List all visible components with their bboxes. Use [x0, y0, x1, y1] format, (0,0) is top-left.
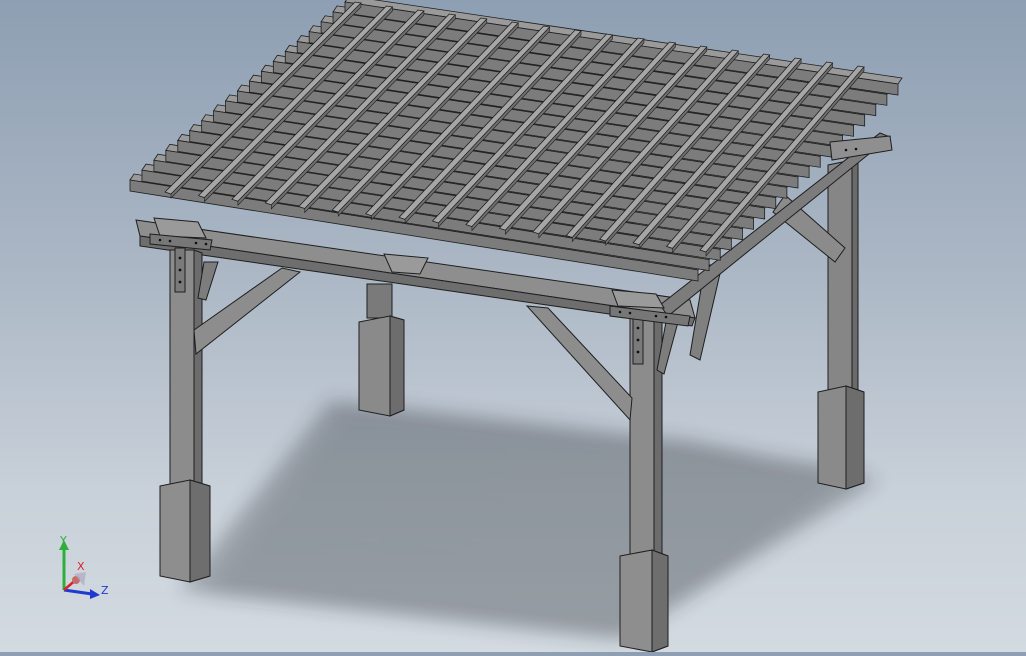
x-axis-label: X — [77, 560, 85, 573]
z-axis-icon — [63, 588, 93, 596]
post-back-left[interactable] — [358, 283, 405, 417]
brace-front-left — [193, 261, 302, 355]
z-arrow-icon — [90, 589, 100, 599]
z-axis-label: Z — [101, 584, 109, 597]
axis-triad[interactable]: Y X Z — [52, 534, 114, 600]
graphics-viewport[interactable] — [0, 0, 1026, 653]
ground-shadow — [180, 400, 880, 640]
y-axis-label: Y — [59, 534, 67, 547]
post-right-back[interactable] — [817, 159, 865, 490]
pergola-model[interactable] — [0, 0, 1026, 653]
